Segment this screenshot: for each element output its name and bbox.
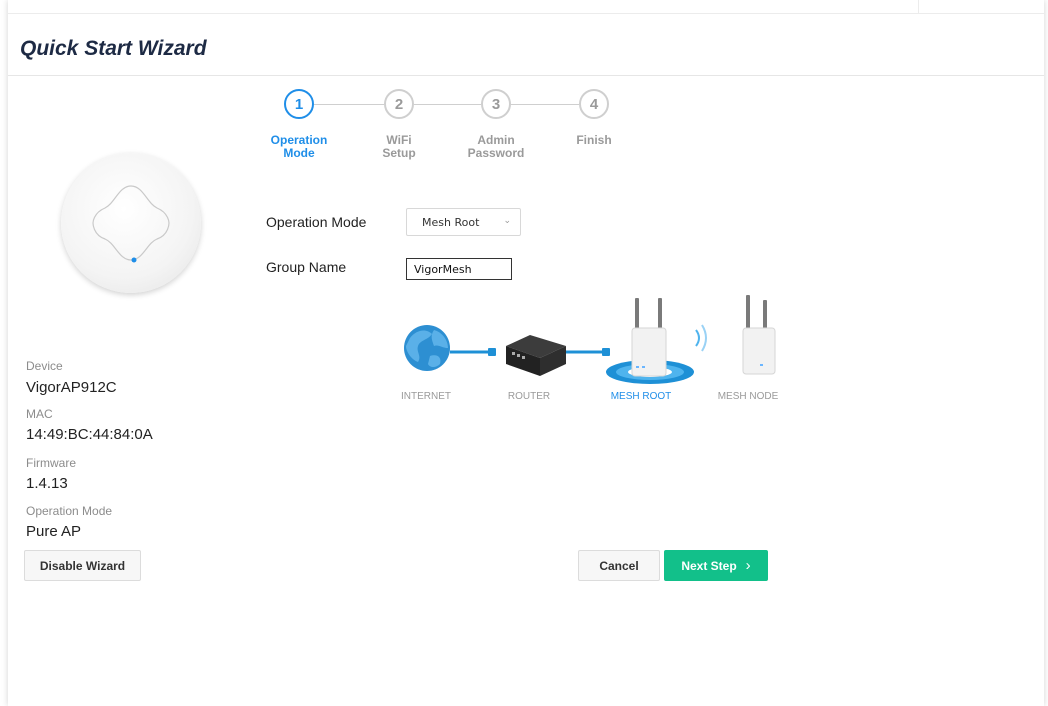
top-divider xyxy=(918,0,919,13)
step-4-label-line1: Finish xyxy=(576,133,612,147)
operation-mode-select[interactable]: Mesh Root ⌄ xyxy=(406,208,521,236)
step-2-circle: 2 xyxy=(384,89,414,119)
disable-wizard-button[interactable]: Disable Wizard xyxy=(24,550,141,581)
cancel-button[interactable]: Cancel xyxy=(578,550,660,581)
step-4-label: Finish xyxy=(552,134,636,147)
mesh-node-ap-icon xyxy=(742,295,776,375)
step-1-label-line2: Mode xyxy=(283,146,315,160)
step-3-circle: 3 xyxy=(481,89,511,119)
operation-mode-selected-value: Mesh Root xyxy=(422,215,480,229)
internet-label: INTERNET xyxy=(401,391,451,402)
mesh-root-ap-icon xyxy=(631,298,667,377)
step-1-label: Operation Mode xyxy=(257,134,341,160)
step-connector xyxy=(511,104,579,105)
next-step-label: Next Step xyxy=(681,558,737,573)
network-diagram xyxy=(404,295,776,384)
wizard-window: Quick Start Wizard Device VigorAP912C MA… xyxy=(8,0,1044,706)
page-title: Quick Start Wizard xyxy=(20,37,207,60)
firmware-label: Firmware xyxy=(26,456,76,470)
firmware-value: 1.4.13 xyxy=(26,475,68,492)
step-4-circle: 4 xyxy=(579,89,609,119)
step-3-label-line2: Password xyxy=(467,146,525,160)
globe-icon xyxy=(404,325,450,371)
group-name-label: Group Name xyxy=(266,259,347,275)
title-divider xyxy=(8,75,1044,76)
mesh-node-label: MESH NODE xyxy=(717,391,779,402)
group-name-input[interactable]: VigorMesh xyxy=(406,258,512,280)
operation-mode-info-value: Pure AP xyxy=(26,523,82,540)
mesh-root-label: MESH ROOT xyxy=(610,391,672,402)
next-step-button[interactable]: Next Step › xyxy=(664,550,768,581)
step-2-label-line2: Setup xyxy=(382,146,416,160)
mac-value: 14:49:BC:44:84:0A xyxy=(26,426,153,443)
chevron-right-icon: › xyxy=(745,557,751,574)
step-2-label: WiFi Setup xyxy=(357,134,441,160)
router-icon xyxy=(506,335,566,376)
router-label: ROUTER xyxy=(507,391,551,402)
device-label: Device xyxy=(26,359,63,373)
device-image xyxy=(61,153,201,293)
step-3-label: Admin Password xyxy=(454,134,538,160)
operation-mode-info-label: Operation Mode xyxy=(26,504,113,518)
step-connector xyxy=(314,104,384,105)
device-value: VigorAP912C xyxy=(26,379,117,396)
chevron-down-icon: ⌄ xyxy=(503,216,511,226)
top-border xyxy=(8,13,1044,14)
step-connector xyxy=(414,104,481,105)
step-1-circle: 1 xyxy=(284,89,314,119)
operation-mode-label: Operation Mode xyxy=(266,214,367,230)
mac-label: MAC xyxy=(26,407,53,421)
